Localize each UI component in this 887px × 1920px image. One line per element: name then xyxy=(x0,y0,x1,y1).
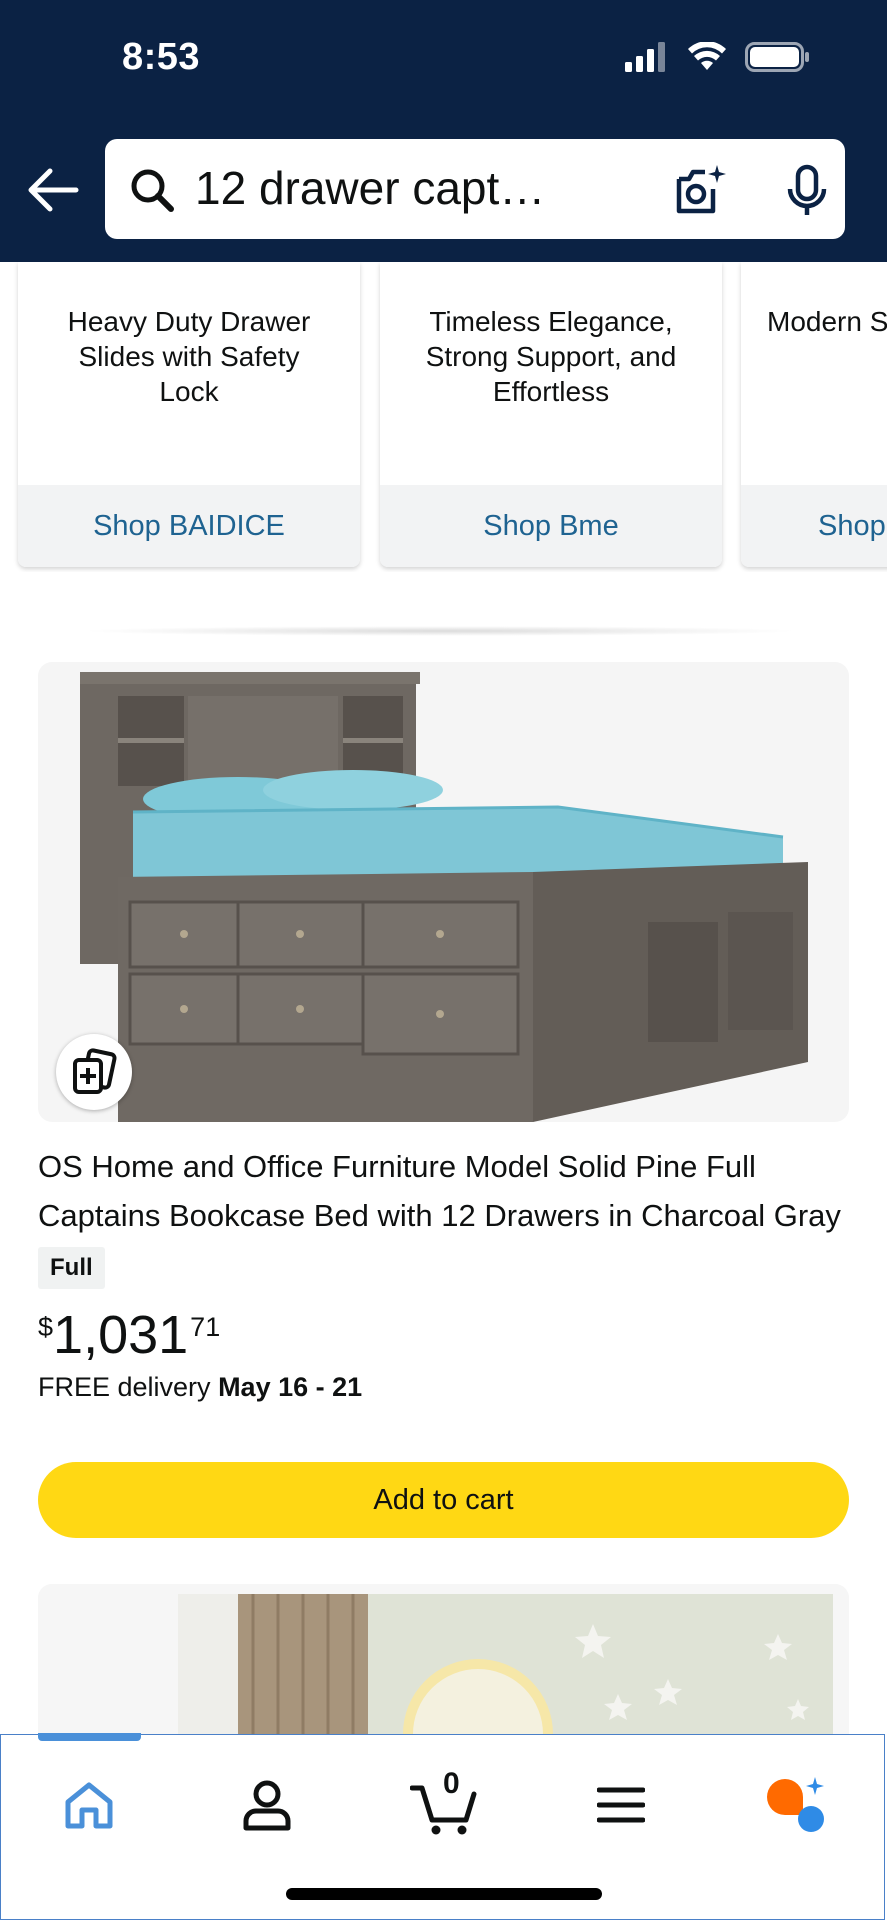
nav-active-indicator xyxy=(38,1733,141,1741)
shop-brand-link[interactable]: Shop xyxy=(741,485,887,567)
back-arrow-icon xyxy=(28,168,79,212)
microphone-icon[interactable] xyxy=(785,163,829,219)
status-icons xyxy=(625,42,811,72)
cart-count-badge: 0 xyxy=(443,1767,460,1800)
home-indicator xyxy=(286,1888,602,1900)
brand-tagline: Timeless Elegance, Strong Support, and E… xyxy=(425,306,677,407)
brand-card[interactable]: Timeless Elegance, Strong Support, and E… xyxy=(380,262,722,567)
battery-icon xyxy=(745,42,809,72)
add-to-cart-button[interactable]: Add to cart xyxy=(38,1462,849,1538)
nav-menu[interactable] xyxy=(581,1765,661,1845)
delivery-info: FREE delivery May 16 - 21 xyxy=(38,1372,362,1403)
shop-brand-link[interactable]: Shop Bme xyxy=(380,485,722,567)
search-icon xyxy=(131,169,174,212)
product-image[interactable] xyxy=(38,662,849,1122)
price-fraction: 71 xyxy=(190,1312,221,1342)
cellular-signal-icon xyxy=(625,42,665,72)
delivery-dates: May 16 - 21 xyxy=(218,1372,363,1402)
wifi-icon xyxy=(688,42,726,70)
nav-cart[interactable]: 0 xyxy=(403,1765,487,1845)
product-price: $ 1,031 71 xyxy=(38,1300,220,1370)
delivery-prefix: FREE delivery xyxy=(38,1372,219,1402)
captains-bed-image xyxy=(80,672,808,1122)
nav-account[interactable] xyxy=(227,1765,307,1845)
shop-brand-label: Shop xyxy=(818,509,886,542)
nav-rufus[interactable] xyxy=(756,1765,836,1845)
brand-carousel[interactable]: Heavy Duty Drawer Slides with Safety Loc… xyxy=(0,262,887,572)
brand-card[interactable]: Modern S USB Po L Shop xyxy=(741,262,887,567)
status-time: 8:53 xyxy=(122,36,201,78)
add-to-compare-icon xyxy=(73,1048,117,1094)
menu-icon xyxy=(597,1787,645,1823)
section-divider xyxy=(80,626,800,636)
price-currency: $ xyxy=(38,1312,54,1342)
price-whole: 1,031 xyxy=(53,1305,189,1365)
nav-home[interactable] xyxy=(49,1765,129,1845)
compare-button[interactable] xyxy=(56,1034,132,1110)
app-header: 8:53 12 drawer capt… xyxy=(0,0,887,262)
shop-brand-link[interactable]: Shop BAIDICE xyxy=(18,485,360,567)
rufus-ai-icon xyxy=(767,1777,824,1832)
brand-tagline-text: Modern S USB Po L xyxy=(767,306,887,337)
brand-card[interactable]: Heavy Duty Drawer Slides with Safety Loc… xyxy=(18,262,360,567)
brand-tagline: Heavy Duty Drawer Slides with Safety Loc… xyxy=(67,306,311,407)
camera-lens-icon[interactable] xyxy=(673,163,729,219)
search-input[interactable]: 12 drawer capt… xyxy=(195,161,545,215)
home-icon xyxy=(65,1782,113,1829)
search-bar[interactable]: 12 drawer capt… xyxy=(105,139,845,239)
back-button[interactable] xyxy=(22,160,82,220)
variant-badge: Full xyxy=(38,1247,105,1289)
product-title[interactable]: OS Home and Office Furniture Model Solid… xyxy=(38,1142,848,1240)
account-icon xyxy=(243,1780,291,1831)
brand-tagline: Modern S USB Po L xyxy=(741,304,887,339)
